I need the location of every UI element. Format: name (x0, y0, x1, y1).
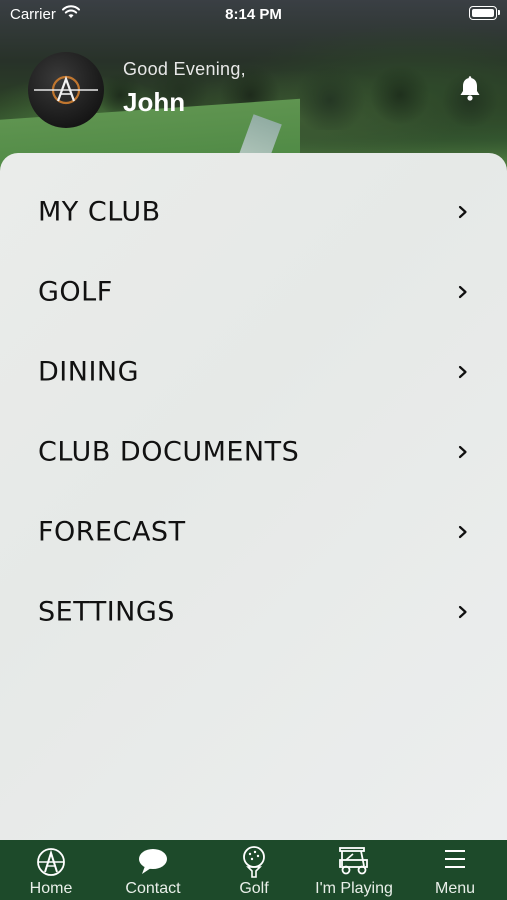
chevron-right-icon (458, 205, 467, 219)
menu-item-forecast[interactable]: FORECAST (0, 488, 507, 568)
main-menu-card: MY CLUB GOLF DINING CLUB DOCUMENTS FOREC… (0, 153, 507, 841)
golf-ball-tee-icon (241, 846, 267, 883)
chevron-right-icon (458, 525, 467, 539)
club-logo-avatar[interactable] (28, 52, 104, 128)
menu-item-label: MY CLUB (38, 196, 161, 228)
bottom-tab-bar: Home Contact Golf I'm Playing Menu (0, 840, 507, 900)
club-logo-icon (35, 846, 67, 883)
tab-home[interactable]: Home (1, 840, 101, 900)
tab-im-playing[interactable]: I'm Playing (304, 840, 404, 900)
menu-item-label: SETTINGS (38, 596, 175, 628)
menu-item-label: FORECAST (38, 516, 186, 548)
menu-item-golf[interactable]: GOLF (0, 248, 507, 328)
club-logo-icon (34, 75, 98, 105)
menu-item-label: GOLF (38, 276, 113, 308)
menu-item-club-documents[interactable]: CLUB DOCUMENTS (0, 408, 507, 488)
chevron-right-icon (458, 365, 467, 379)
clock: 8:14 PM (225, 6, 282, 23)
tab-contact[interactable]: Contact (103, 840, 203, 900)
tab-label: Menu (434, 880, 476, 897)
chat-bubble-icon (137, 846, 169, 881)
chevron-right-icon (458, 605, 467, 619)
user-name: John (123, 87, 186, 117)
tab-label: Contact (125, 880, 181, 897)
chevron-right-icon (458, 285, 467, 299)
tab-label: Golf (239, 880, 269, 897)
tab-label: I'm Playing (315, 880, 393, 897)
battery-icon (469, 6, 500, 20)
golf-cart-icon (337, 846, 371, 881)
menu-item-dining[interactable]: DINING (0, 328, 507, 408)
tab-menu[interactable]: Menu (405, 840, 505, 900)
menu-item-settings[interactable]: SETTINGS (0, 568, 507, 648)
menu-item-label: CLUB DOCUMENTS (38, 436, 300, 468)
tab-label: Home (29, 880, 73, 897)
greeting-text: Good Evening, (123, 59, 246, 79)
menu-item-my-club[interactable]: MY CLUB (0, 168, 507, 248)
tab-golf[interactable]: Golf (204, 840, 304, 900)
hamburger-menu-icon (443, 846, 467, 877)
menu-item-label: DINING (38, 356, 140, 388)
status-bar: Carrier 8:14 PM (0, 0, 507, 30)
chevron-right-icon (458, 445, 467, 459)
notification-bell-icon[interactable] (458, 76, 482, 102)
